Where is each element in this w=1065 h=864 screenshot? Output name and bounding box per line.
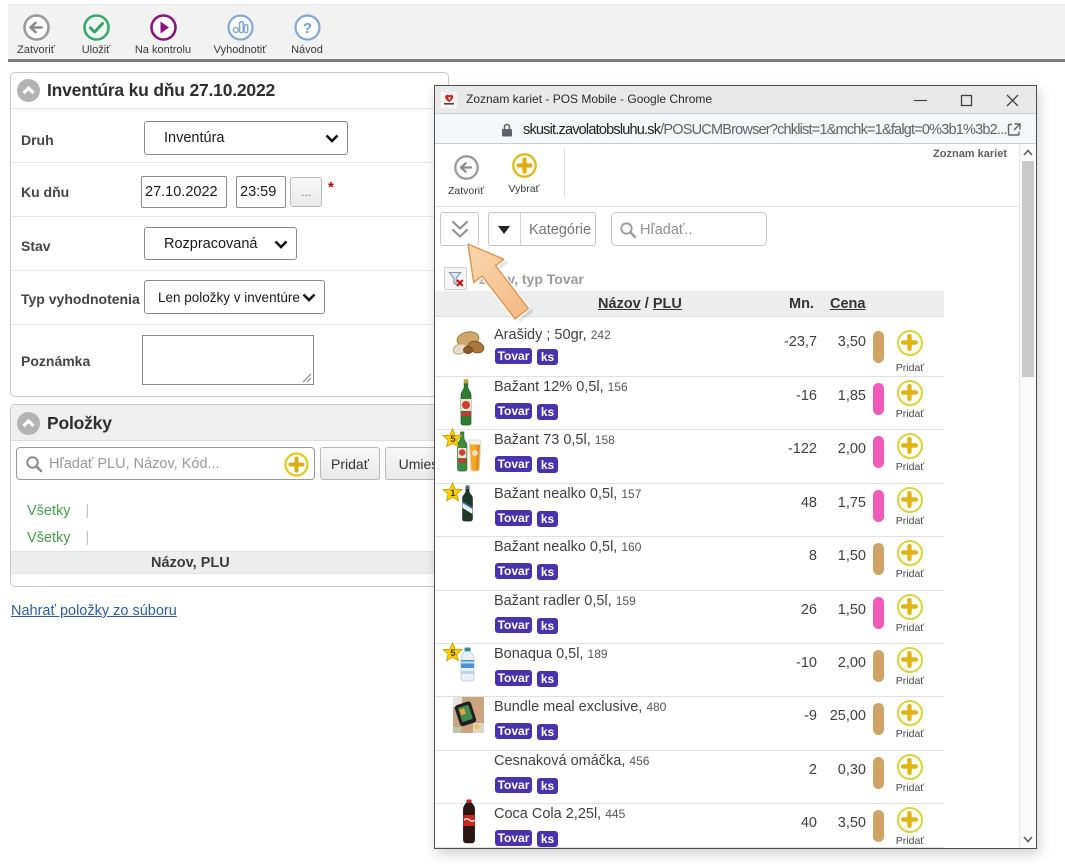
svg-text:1: 1 xyxy=(450,488,456,499)
svg-text:?: ? xyxy=(302,20,311,37)
svg-text:5: 5 xyxy=(450,434,456,445)
svg-text:5: 5 xyxy=(450,648,456,659)
